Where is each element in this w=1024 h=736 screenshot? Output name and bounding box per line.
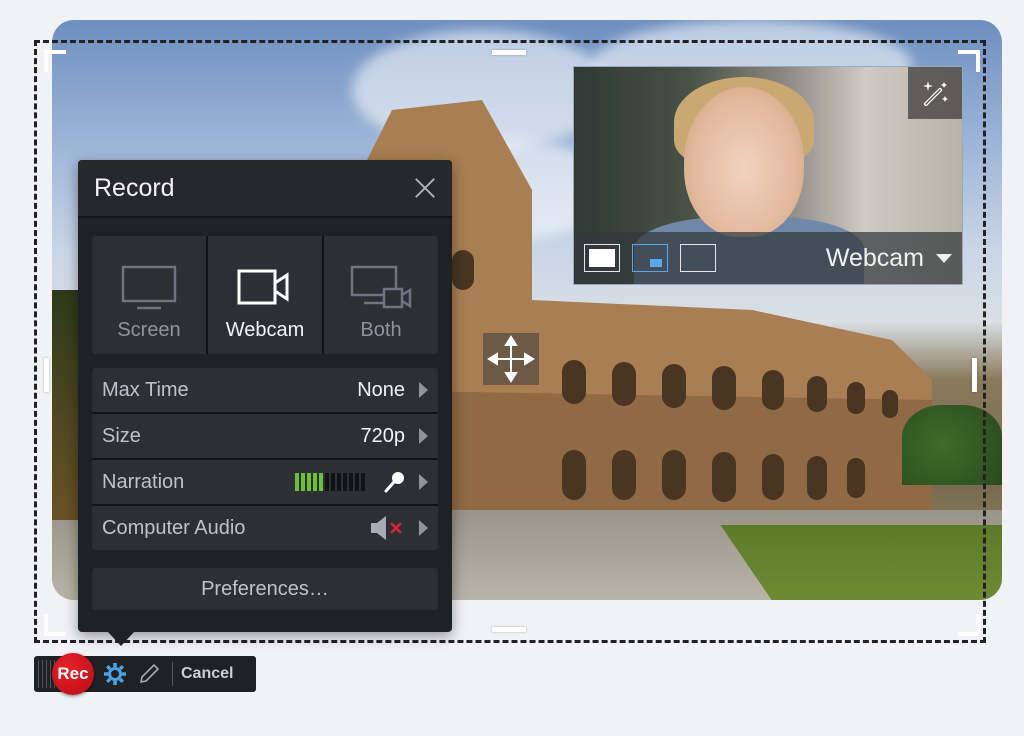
mode-label: Webcam (225, 319, 305, 341)
toolbar-divider (172, 662, 173, 686)
chevron-right-icon (419, 474, 428, 490)
setting-label: Size (102, 424, 141, 447)
record-button[interactable]: Rec (52, 653, 94, 695)
meter-segment (355, 473, 359, 491)
setting-value: None (357, 378, 405, 401)
layout-pip-button[interactable] (632, 244, 668, 272)
meter-segment (331, 473, 335, 491)
meter-segment (361, 473, 365, 491)
settings-button[interactable] (102, 661, 128, 687)
draw-button[interactable] (136, 661, 162, 687)
meter-segment (307, 473, 311, 491)
effects-button[interactable] (908, 67, 962, 119)
webcam-preview: Webcam (573, 66, 963, 285)
move-arrows-icon (487, 335, 535, 383)
resize-handle-left[interactable] (44, 358, 49, 392)
meter-segment (295, 473, 299, 491)
chevron-right-icon (419, 382, 428, 398)
setting-narration[interactable]: Narration (92, 460, 438, 504)
resize-handle-right[interactable] (972, 358, 977, 392)
video-camera-icon (237, 269, 289, 305)
setting-label: Computer Audio (102, 516, 246, 539)
meter-segment (349, 473, 353, 491)
setting-size[interactable]: Size 720p (92, 414, 438, 458)
setting-label: Max Time (102, 378, 189, 401)
speaker-muted-icon (371, 516, 402, 540)
layout-pip-icon (650, 259, 662, 267)
webcam-controls-bar: Webcam (574, 232, 962, 284)
setting-computer-audio[interactable]: Computer Audio (92, 506, 438, 550)
mode-label: Screen (117, 319, 181, 341)
setting-label: Narration (102, 470, 185, 493)
webcam-source-label: Webcam (825, 243, 924, 272)
chevron-right-icon (419, 428, 428, 444)
setting-max-time[interactable]: Max Time None (92, 368, 438, 412)
layout-empty-button[interactable] (680, 244, 716, 272)
mode-screen[interactable]: Screen (92, 236, 206, 354)
meter-segment (343, 473, 347, 491)
webcam-source-dropdown[interactable]: Webcam (826, 244, 952, 273)
monitor-icon (121, 265, 177, 310)
panel-title: Record (94, 173, 175, 202)
resize-handle-bottom[interactable] (492, 627, 526, 632)
close-icon[interactable] (414, 177, 436, 199)
layout-fullscreen-icon (589, 249, 615, 267)
panel-header: Record (78, 160, 452, 218)
audio-level-meter (295, 473, 365, 491)
recorder-toolbar: Rec Cancel (34, 653, 256, 695)
resize-handle-bottom-left[interactable] (44, 614, 66, 636)
chevron-right-icon (419, 520, 428, 536)
meter-segment (313, 473, 317, 491)
meter-segment (337, 473, 341, 491)
meter-segment (319, 473, 323, 491)
mode-webcam[interactable]: Webcam (208, 236, 322, 354)
record-panel: Record Screen Webcam Both Max Time None … (78, 160, 452, 646)
preferences-button[interactable]: Preferences… (92, 568, 438, 610)
record-settings-list: Max Time None Size 720p Narration Comput… (92, 368, 438, 550)
chevron-down-icon (936, 253, 952, 263)
panel-pointer (108, 632, 134, 646)
magic-wand-icon (923, 81, 948, 106)
setting-value: 720p (360, 424, 406, 447)
resize-handle-top-left[interactable] (44, 50, 66, 72)
monitor-camera-icon (350, 265, 412, 309)
record-mode-selector: Screen Webcam Both (92, 236, 438, 354)
mode-label: Both (360, 319, 402, 341)
pencil-icon (139, 663, 160, 684)
move-region-handle[interactable] (483, 333, 539, 385)
microphone-icon (384, 472, 404, 493)
meter-segment (301, 473, 305, 491)
gear-icon (104, 663, 126, 685)
cancel-button[interactable]: Cancel (181, 665, 233, 683)
mode-both[interactable]: Both (324, 236, 438, 354)
resize-handle-bottom-right[interactable] (958, 614, 980, 636)
resize-handle-top[interactable] (492, 50, 526, 55)
person-face (684, 87, 804, 237)
meter-segment (325, 473, 329, 491)
layout-fullscreen-button[interactable] (584, 244, 620, 272)
